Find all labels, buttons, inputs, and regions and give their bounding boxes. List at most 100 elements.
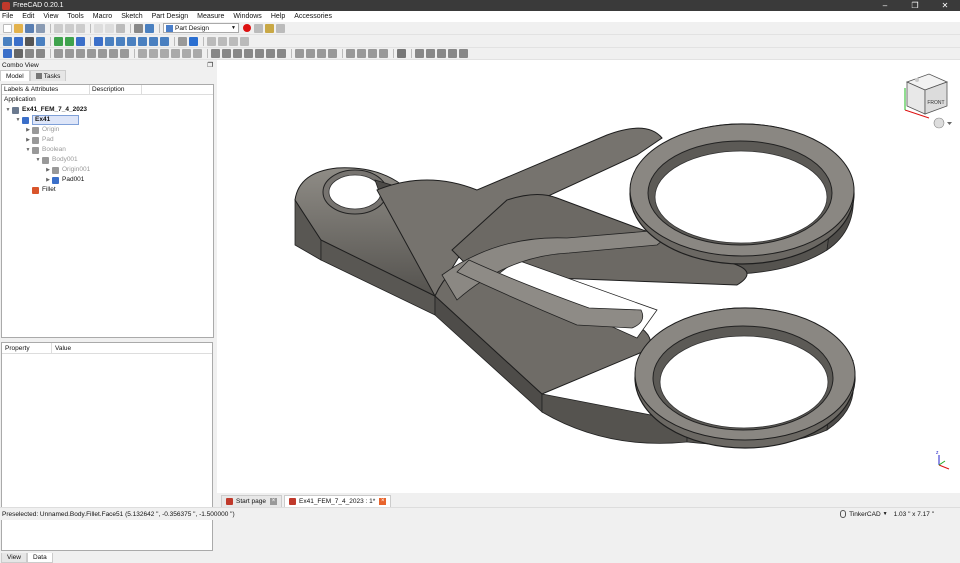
maximize-button[interactable]: ❐ [900, 0, 930, 11]
model-render[interactable]: FRONT z [217, 60, 960, 493]
3d-viewport[interactable]: FRONT z [217, 60, 960, 493]
isometric-view-icon[interactable] [94, 36, 103, 46]
group-icon[interactable] [218, 36, 227, 46]
menu-tools[interactable]: Tools [67, 13, 83, 20]
subshape-binder-icon[interactable] [109, 49, 118, 58]
copy-icon[interactable] [65, 23, 74, 33]
measure-refresh-icon[interactable] [437, 49, 446, 58]
expand-arrow-icon[interactable]: ▼ [24, 145, 32, 155]
tree-item[interactable]: Application [2, 95, 213, 105]
undo-icon[interactable] [94, 23, 103, 33]
tree-header-labels[interactable]: Labels & Attributes [2, 85, 90, 94]
attach-sketch-icon[interactable] [36, 49, 45, 58]
collapse-arrow-icon[interactable]: ▶ [44, 165, 52, 175]
collapse-arrow-icon[interactable]: ▶ [44, 175, 52, 185]
property-header-value[interactable]: Value [52, 343, 71, 353]
draw-style-icon[interactable] [25, 36, 34, 46]
tree-item[interactable]: ▶ Pad [2, 135, 213, 145]
tree-item[interactable]: ▶ Pad001 [2, 175, 213, 185]
pocket-icon[interactable] [211, 49, 220, 58]
box-select-icon[interactable] [134, 23, 143, 33]
tree-item[interactable]: ▼ Body001 [2, 155, 213, 165]
expand-arrow-icon[interactable]: ▼ [14, 115, 22, 125]
expand-arrow-icon[interactable]: ▼ [4, 105, 12, 115]
minimize-button[interactable]: – [870, 0, 900, 11]
refresh-icon[interactable] [116, 23, 125, 33]
boolean-icon[interactable] [397, 49, 406, 58]
create-body-icon[interactable] [3, 49, 12, 58]
tab-start-page[interactable]: Start page × [221, 495, 282, 507]
clone-icon[interactable] [120, 49, 129, 58]
front-view-icon[interactable] [105, 36, 114, 46]
groove-icon[interactable] [233, 49, 242, 58]
measure-icon[interactable] [415, 49, 424, 58]
close-icon[interactable]: × [270, 498, 277, 505]
right-view-icon[interactable] [127, 36, 136, 46]
collapse-arrow-icon[interactable]: ▶ [24, 125, 32, 135]
forward-icon[interactable] [65, 36, 74, 46]
tree-item[interactable]: ▼ Ex41 [2, 115, 213, 125]
tree-item[interactable]: Fillet [2, 185, 213, 195]
menu-view[interactable]: View [43, 13, 58, 20]
additive-helix-icon[interactable] [182, 49, 191, 58]
local-cs-icon[interactable] [87, 49, 96, 58]
redo-icon[interactable] [105, 23, 114, 33]
revolution-icon[interactable] [149, 49, 158, 58]
subtractive-primitive-icon[interactable] [277, 49, 286, 58]
measure-angle-icon[interactable] [426, 49, 435, 58]
cut-icon[interactable] [54, 23, 63, 33]
tab-view[interactable]: View [1, 553, 27, 563]
linear-pattern-icon[interactable] [306, 49, 315, 58]
tree-item[interactable]: ▶ Origin [2, 125, 213, 135]
tab-tasks[interactable]: Tasks [29, 70, 67, 81]
datum-plane-icon[interactable] [76, 49, 85, 58]
menu-macro[interactable]: Macro [93, 13, 112, 20]
validate-sketch-icon[interactable] [25, 49, 34, 58]
link-actions-icon[interactable] [240, 36, 249, 46]
navigation-style-selector[interactable]: TinkerCAD ▼ [840, 510, 888, 518]
menu-file[interactable]: File [2, 13, 13, 20]
collapse-arrow-icon[interactable]: ▶ [24, 135, 32, 145]
mirrored-icon[interactable] [295, 49, 304, 58]
bounding-box-icon[interactable] [36, 36, 45, 46]
float-panel-icon[interactable]: ❐ [207, 61, 213, 69]
part-container-icon[interactable] [207, 36, 216, 46]
measure-clear-icon[interactable] [448, 49, 457, 58]
rear-view-icon[interactable] [138, 36, 147, 46]
navigation-cube[interactable]: FRONT [904, 73, 952, 129]
close-button[interactable]: ✕ [930, 0, 960, 11]
workbench-selector[interactable]: Part Design ▼ [163, 23, 239, 33]
fit-selection-icon[interactable] [14, 36, 23, 46]
expand-arrow-icon[interactable]: ▼ [34, 155, 42, 165]
menu-edit[interactable]: Edit [22, 13, 34, 20]
subtractive-pipe-icon[interactable] [255, 49, 264, 58]
back-icon[interactable] [54, 36, 63, 46]
subtractive-helix-icon[interactable] [266, 49, 275, 58]
link-icon[interactable] [76, 36, 85, 46]
hole-icon[interactable] [222, 49, 231, 58]
thickness-icon[interactable] [379, 49, 388, 58]
paste-icon[interactable] [76, 23, 85, 33]
close-icon[interactable]: × [379, 498, 387, 505]
pad-icon[interactable] [138, 49, 147, 58]
create-sketch-icon[interactable] [14, 49, 23, 58]
draft-icon[interactable] [368, 49, 377, 58]
tab-model[interactable]: Model [0, 70, 30, 81]
additive-loft-icon[interactable] [160, 49, 169, 58]
bottom-view-icon[interactable] [149, 36, 158, 46]
menu-help[interactable]: Help [271, 13, 285, 20]
tab-document[interactable]: Ex41_FEM_7_4_2023 : 1* × [284, 495, 392, 507]
tree-item[interactable]: ▼ Ex41_FEM_7_4_2023 [2, 105, 213, 115]
polar-pattern-icon[interactable] [317, 49, 326, 58]
menu-sketch[interactable]: Sketch [121, 13, 142, 20]
multi-transform-icon[interactable] [328, 49, 337, 58]
save-icon[interactable] [25, 23, 34, 33]
additive-primitive-icon[interactable] [193, 49, 202, 58]
menu-windows[interactable]: Windows [233, 13, 261, 20]
additive-pipe-icon[interactable] [171, 49, 180, 58]
top-view-icon[interactable] [116, 36, 125, 46]
link-make-icon[interactable] [229, 36, 238, 46]
tab-data[interactable]: Data [26, 553, 53, 563]
fillet-icon[interactable] [346, 49, 355, 58]
shape-binder-icon[interactable] [98, 49, 107, 58]
